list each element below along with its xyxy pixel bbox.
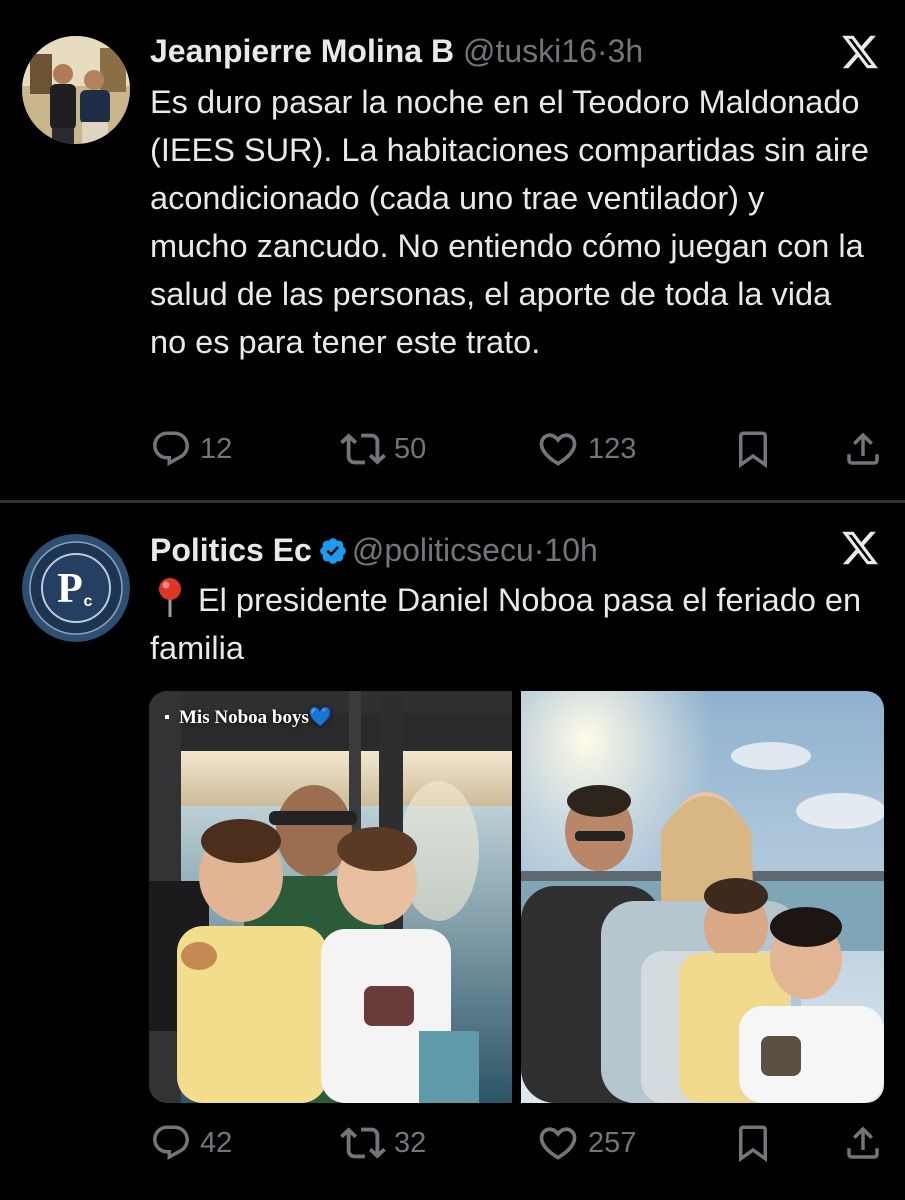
like-button[interactable]: 257 xyxy=(536,1118,636,1168)
svg-text:c: c xyxy=(84,593,93,610)
reply-count: 12 xyxy=(200,432,233,465)
x-logo-icon xyxy=(840,528,880,568)
tweet-actions: 12 50 123 xyxy=(150,424,885,474)
tweet[interactable]: Jeanpierre Molina B @tuski16·3h Es duro … xyxy=(0,0,905,500)
round-pushpin-icon xyxy=(156,577,184,619)
like-count: 257 xyxy=(588,1126,637,1159)
timestamp[interactable]: 10h xyxy=(544,532,597,568)
media-photo[interactable]: Mis Noboa boys💙 xyxy=(149,691,512,1103)
media-caption: Mis Noboa boys💙 xyxy=(165,705,333,729)
share-icon xyxy=(847,1126,879,1159)
caption-bullet xyxy=(165,715,169,719)
tweet-header: Jeanpierre Molina B @tuski16·3h xyxy=(150,31,815,71)
retweet-button[interactable]: 32 xyxy=(340,1118,426,1168)
avatar[interactable] xyxy=(22,36,130,144)
avatar[interactable]: P c xyxy=(22,534,130,642)
like-count: 123 xyxy=(588,432,637,465)
retweet-icon xyxy=(340,433,386,465)
retweet-count: 50 xyxy=(394,432,427,465)
heart-icon xyxy=(539,1127,577,1160)
share-button[interactable] xyxy=(842,424,892,474)
share-button[interactable] xyxy=(842,1118,892,1168)
timeline-feed: Jeanpierre Molina B @tuski16·3h Es duro … xyxy=(0,0,905,1200)
bookmark-button[interactable] xyxy=(732,1118,782,1168)
tweet-text-container: El presidente Daniel Noboa pasa el feria… xyxy=(150,576,870,672)
author-name[interactable]: Politics Ec xyxy=(150,532,312,568)
tweet-text: El presidente Daniel Noboa pasa el feria… xyxy=(150,582,862,666)
reply-icon xyxy=(153,1125,189,1160)
heart-icon xyxy=(539,433,577,466)
verified-badge-icon[interactable] xyxy=(318,535,348,575)
timestamp[interactable]: 3h xyxy=(608,33,644,69)
author-handle[interactable]: @politicsecu xyxy=(352,532,534,568)
tweet[interactable]: P c Politics Ec @politicsecu·10h El presi… xyxy=(0,503,905,1200)
separator-dot: · xyxy=(533,532,545,568)
reply-button[interactable]: 12 xyxy=(150,424,232,474)
tweet-actions: 42 32 257 xyxy=(150,1118,885,1168)
reply-count: 42 xyxy=(200,1126,233,1159)
bookmark-button[interactable] xyxy=(732,424,782,474)
retweet-count: 32 xyxy=(394,1126,427,1159)
tweet-header: Politics Ec @politicsecu·10h xyxy=(150,530,815,570)
x-logo-icon xyxy=(840,32,880,72)
retweet-button[interactable]: 50 xyxy=(340,424,426,474)
author-name[interactable]: Jeanpierre Molina B xyxy=(150,33,454,69)
media-photo[interactable] xyxy=(521,691,884,1103)
svg-text:P: P xyxy=(57,566,83,612)
retweet-icon xyxy=(340,1127,386,1159)
author-handle[interactable]: @tuski16 xyxy=(463,33,597,69)
like-button[interactable]: 123 xyxy=(536,424,636,474)
bookmark-icon xyxy=(739,1125,767,1163)
share-icon xyxy=(847,432,879,465)
bookmark-icon xyxy=(739,431,767,469)
media-grid[interactable]: Mis Noboa boys💙 xyxy=(149,691,884,1103)
separator-dot: · xyxy=(596,33,608,69)
reply-button[interactable]: 42 xyxy=(150,1118,232,1168)
reply-icon xyxy=(153,431,189,466)
media-caption-text: Mis Noboa boys💙 xyxy=(179,707,333,728)
tweet-text: Es duro pasar la noche en el Teodoro Mal… xyxy=(150,84,869,360)
